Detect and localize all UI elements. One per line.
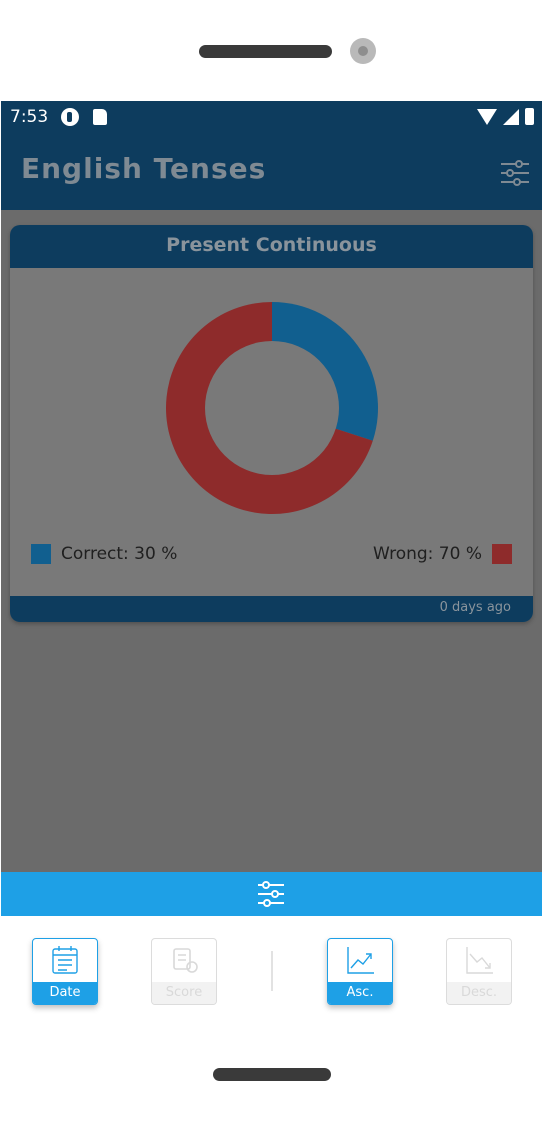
sort-sheet-toggle[interactable] (1, 872, 542, 916)
card-footer: 0 days ago (10, 596, 533, 622)
sort-ascending-label: Asc. (328, 982, 392, 1004)
sort-by-date-label: Date (33, 982, 97, 1004)
page-title: English Tenses (21, 152, 267, 185)
battery-icon (525, 108, 534, 125)
app-screen: 7:53 English Tenses Present Continuous C… (1, 101, 542, 1024)
sort-by-date-button[interactable]: Date (32, 938, 98, 1005)
home-indicator (213, 1068, 331, 1081)
chart-down-icon (466, 947, 493, 974)
status-right-icons (477, 108, 534, 125)
correct-swatch (31, 544, 51, 564)
sort-by-score-label: Score (152, 982, 216, 1004)
wrong-label: Wrong: 70 % (373, 544, 482, 564)
podcast-icon (61, 108, 79, 126)
filter-icon[interactable] (500, 160, 530, 186)
phone-frame: 7:53 English Tenses Present Continuous C… (0, 0, 545, 1130)
legend-wrong: Wrong: 70 % (373, 544, 512, 564)
sort-descending-label: Desc. (447, 982, 511, 1004)
donut-chart (166, 302, 378, 514)
app-bar: English Tenses (1, 134, 542, 210)
score-icon (173, 948, 198, 973)
wifi-icon (477, 108, 497, 125)
signal-icon (503, 108, 519, 125)
front-camera (350, 38, 376, 64)
sort-descending-button[interactable]: Desc. (446, 938, 512, 1005)
correct-label: Correct: 30 % (61, 544, 178, 564)
status-time: 7:53 (10, 107, 49, 127)
sort-ascending-button[interactable]: Asc. (327, 938, 393, 1005)
sort-by-score-button[interactable]: Score (151, 938, 217, 1005)
chart-up-icon (347, 947, 374, 974)
sort-sheet: Date Score Asc. Desc. (1, 916, 542, 1024)
status-bar: 7:53 (1, 101, 542, 134)
filter-icon (258, 881, 284, 907)
legend-correct: Correct: 30 % (31, 544, 177, 564)
donut-hole (205, 341, 339, 475)
divider (271, 951, 273, 991)
last-attempt-time: 0 days ago (439, 600, 511, 615)
sd-card-icon (93, 109, 107, 125)
card-title: Present Continuous (10, 225, 533, 268)
result-card[interactable]: Present Continuous Correct: 30 % Wrong: … (10, 225, 533, 622)
earpiece-speaker (199, 45, 332, 58)
wrong-swatch (492, 544, 512, 564)
calendar-icon (52, 946, 78, 974)
